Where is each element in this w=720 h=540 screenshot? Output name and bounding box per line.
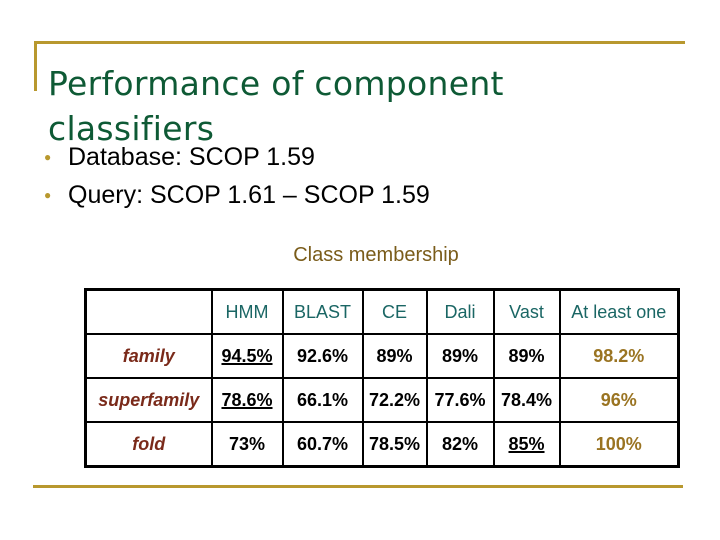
cell-at-least-one: 100% [558, 421, 680, 468]
bullet-text: Query: SCOP 1.61 – SCOP 1.59 [68, 181, 430, 209]
cell-at-least-one: 96% [558, 377, 680, 423]
bullet-dot-icon: ● [44, 188, 52, 202]
cell-ce: 72.2% [361, 377, 428, 423]
cell-vast: 89% [492, 333, 561, 379]
slide-title-line1: Performance of component [48, 64, 504, 104]
table-row-superfamily: superfamily 78.6% 66.1% 72.2% 77.6% 78.4… [84, 377, 680, 423]
cell-ce: 78.5% [361, 421, 428, 468]
cell-vast: 85% [492, 421, 561, 468]
bullet-dot-icon: ● [44, 150, 52, 164]
footer-rule [33, 485, 683, 488]
table-header-row: HMM BLAST CE Dali Vast At least one [84, 288, 680, 335]
table-row-family: family 94.5% 92.6% 89% 89% 89% 98.2% [84, 333, 680, 379]
header-at-least-one: At least one [558, 288, 680, 335]
cell-blast: 66.1% [281, 377, 364, 423]
cell-blast: 60.7% [281, 421, 364, 468]
header-hmm: HMM [210, 288, 284, 335]
row-label: family [84, 333, 213, 379]
cell-hmm: 94.5% [210, 333, 284, 379]
cell-hmm: 73% [210, 421, 284, 468]
performance-table: HMM BLAST CE Dali Vast At least one fami… [84, 288, 680, 468]
cell-dali: 89% [425, 333, 495, 379]
bullet-list: ● Database: SCOP 1.59 ● Query: SCOP 1.61… [44, 138, 430, 214]
table-caption: Class membership [293, 244, 459, 266]
cell-blast: 92.6% [281, 333, 364, 379]
header-empty [84, 288, 213, 335]
cell-value-best: 85% [508, 433, 545, 454]
header-vast: Vast [492, 288, 561, 335]
header-blast: BLAST [281, 288, 364, 335]
cell-at-least-one: 98.2% [558, 333, 680, 379]
bullet-text: Database: SCOP 1.59 [68, 143, 315, 171]
cell-dali: 82% [425, 421, 495, 468]
bullet-query: ● Query: SCOP 1.61 – SCOP 1.59 [44, 176, 430, 214]
cell-dali: 77.6% [425, 377, 495, 423]
title-top-rule [34, 41, 685, 44]
header-dali: Dali [425, 288, 495, 335]
title-left-rule [34, 41, 37, 91]
row-label: superfamily [84, 377, 213, 423]
bullet-database: ● Database: SCOP 1.59 [44, 138, 430, 176]
cell-hmm: 78.6% [210, 377, 284, 423]
row-label: fold [84, 421, 213, 468]
cell-value-best: 94.5% [221, 345, 273, 366]
table-row-fold: fold 73% 60.7% 78.5% 82% 85% 100% [84, 421, 680, 468]
cell-vast: 78.4% [492, 377, 561, 423]
header-ce: CE [361, 288, 428, 335]
cell-ce: 89% [361, 333, 428, 379]
cell-value-best: 78.6% [221, 389, 273, 410]
